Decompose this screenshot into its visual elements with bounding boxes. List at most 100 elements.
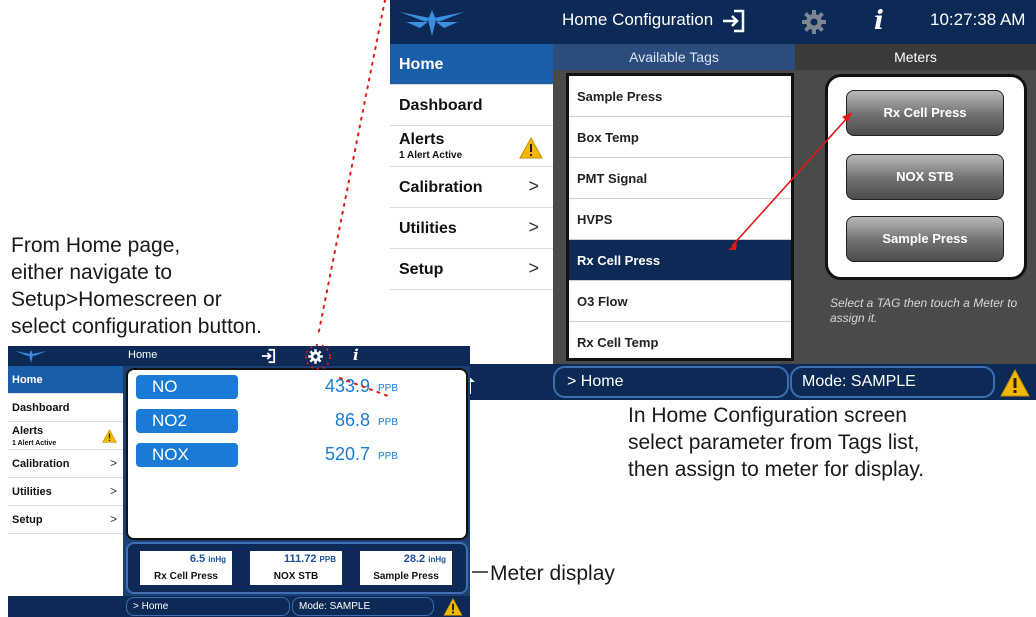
reading-value: 433.9 bbox=[324, 376, 370, 396]
tag-label: Rx Cell Press bbox=[577, 253, 661, 268]
reading-value: 520.7 bbox=[324, 444, 370, 464]
clock: 10:27:38 AM bbox=[930, 10, 1026, 29]
meter-unit: inHg bbox=[208, 555, 226, 564]
info-icon[interactable]: i bbox=[874, 6, 884, 36]
chevron-right-icon: > bbox=[528, 176, 539, 196]
warning-icon[interactable] bbox=[441, 598, 465, 616]
sidebar-item-label: Calibration bbox=[399, 179, 483, 196]
alert-count: 1 Alert Active bbox=[12, 440, 57, 447]
sidebar-item-label: Alerts bbox=[399, 131, 445, 148]
sidebar-item-label: Utilities bbox=[399, 220, 457, 237]
logo-icon bbox=[400, 10, 464, 36]
readings-panel: NO 433.9 PPB NO2 86.8 PPB NOX 520.7 PPB bbox=[126, 368, 468, 540]
alert-count: 1 Alert Active bbox=[399, 150, 463, 161]
meter-value-line: 28.2 inHg bbox=[404, 553, 446, 565]
instruction-note-left: From Home page, either navigate to Setup… bbox=[11, 232, 381, 340]
gear-icon[interactable] bbox=[307, 348, 324, 365]
tag-label: Sample Press bbox=[577, 89, 663, 104]
breadcrumb[interactable]: > Home bbox=[553, 366, 789, 398]
meter-tile[interactable]: 28.2 inHg Sample Press bbox=[358, 549, 454, 587]
warning-icon bbox=[519, 137, 543, 159]
top-bar bbox=[8, 346, 470, 366]
tag-label: Rx Cell Temp bbox=[577, 335, 659, 350]
sidebar-item-setup[interactable]: Setup > bbox=[8, 506, 123, 534]
note-line: select parameter from Tags list, bbox=[628, 431, 920, 454]
meter-button-1[interactable]: Rx Cell Press bbox=[846, 90, 1004, 136]
sidebar-item-calibration[interactable]: Calibration > bbox=[390, 167, 553, 208]
available-tags-list[interactable]: Sample Press Box Temp PMT Signal HVPS Rx… bbox=[566, 73, 794, 361]
sidebar-item-label: Calibration bbox=[12, 458, 70, 470]
sidebar-item-utilities[interactable]: Utilities > bbox=[8, 478, 123, 506]
meter-label: NOX STB bbox=[273, 571, 319, 582]
sidebar-item-label: Dashboard bbox=[12, 402, 70, 414]
exit-icon[interactable] bbox=[720, 8, 746, 34]
screen-title: Home Configuration bbox=[562, 10, 714, 29]
note-line: Setup>Homescreen or bbox=[11, 288, 222, 311]
chevron-right-icon: > bbox=[528, 258, 539, 278]
warning-icon bbox=[102, 429, 117, 443]
tag-item-selected[interactable]: Rx Cell Press bbox=[569, 240, 791, 281]
meter-tile[interactable]: 111.72 PPB NOX STB bbox=[248, 549, 344, 587]
meter-display-note: Meter display bbox=[490, 562, 615, 585]
meters-header: Meters bbox=[795, 44, 1036, 70]
meter-button-3[interactable]: Sample Press bbox=[846, 216, 1004, 262]
chevron-right-icon: > bbox=[109, 456, 117, 470]
tag-item[interactable]: O3 Flow bbox=[569, 281, 791, 322]
sidebar-item-dashboard[interactable]: Dashboard bbox=[8, 394, 123, 422]
tag-item[interactable]: Sample Press bbox=[569, 76, 791, 117]
sidebar-item-setup[interactable]: Setup > bbox=[390, 249, 553, 290]
tag-item[interactable]: Rx Cell Temp bbox=[569, 322, 791, 358]
meter-label: Rx Cell Press bbox=[154, 571, 218, 582]
reading-name[interactable]: NO bbox=[136, 375, 238, 399]
logo-icon bbox=[15, 350, 47, 363]
tag-label: Box Temp bbox=[577, 130, 639, 145]
meter-display: 6.5 inHg Rx Cell Press 111.72 PPB NOX ST… bbox=[126, 542, 468, 594]
meter-unit: inHg bbox=[428, 555, 446, 564]
sidebar-item-calibration[interactable]: Calibration > bbox=[8, 450, 123, 478]
sidebar: Home Dashboard Alerts 1 Alert Active Cal… bbox=[8, 366, 123, 596]
sidebar-item-dashboard[interactable]: Dashboard bbox=[390, 85, 553, 126]
reading-value: 86.8 bbox=[334, 410, 370, 430]
chevron-right-icon: > bbox=[109, 484, 117, 498]
tag-label: HVPS bbox=[577, 212, 613, 227]
sidebar-item-alerts[interactable]: Alerts 1 Alert Active bbox=[8, 422, 123, 450]
sidebar-item-alerts[interactable]: Alerts 1 Alert Active bbox=[390, 126, 553, 167]
sidebar-item-utilities[interactable]: Utilities > bbox=[390, 208, 553, 249]
sidebar-item-label: Home bbox=[399, 56, 444, 73]
info-icon[interactable]: i bbox=[353, 346, 359, 364]
available-tags-header: Available Tags bbox=[553, 44, 795, 70]
chevron-right-icon: > bbox=[528, 217, 539, 237]
sidebar-item-label: Utilities bbox=[12, 486, 52, 498]
sidebar-item-label: Home bbox=[12, 374, 43, 386]
sidebar-item-home[interactable]: Home bbox=[8, 366, 123, 394]
meter-value: 6.5 bbox=[189, 553, 206, 565]
reading-name[interactable]: NO2 bbox=[136, 409, 238, 433]
instruction-note-right: In Home Configuration screen select para… bbox=[628, 402, 1028, 483]
breadcrumb[interactable]: > Home bbox=[126, 597, 290, 616]
reading-unit: PPB bbox=[378, 417, 399, 428]
tag-item[interactable]: Box Temp bbox=[569, 117, 791, 158]
assign-hint: Select a TAG then touch a Meter to assig… bbox=[830, 296, 1018, 325]
warning-icon[interactable] bbox=[1000, 369, 1030, 397]
tag-item[interactable]: PMT Signal bbox=[569, 158, 791, 199]
screen-title: Home bbox=[128, 349, 158, 361]
meter-button-2[interactable]: NOX STB bbox=[846, 154, 1004, 200]
gear-icon[interactable] bbox=[800, 8, 828, 36]
meter-tile[interactable]: 6.5 inHg Rx Cell Press bbox=[138, 549, 234, 587]
tag-label: O3 Flow bbox=[577, 294, 628, 309]
home-configuration-screen: Home Configuration i 10:27:38 AM Home Da… bbox=[390, 0, 1036, 400]
sidebar-item-label: Alerts bbox=[12, 425, 44, 437]
meter-value-line: 6.5 inHg bbox=[190, 553, 226, 565]
sidebar-item-home[interactable]: Home bbox=[390, 44, 553, 85]
note-line: From Home page, bbox=[11, 234, 181, 257]
mode-status: Mode: SAMPLE bbox=[790, 366, 995, 398]
sidebar-item-label: Setup bbox=[399, 261, 444, 278]
reading-name[interactable]: NOX bbox=[136, 443, 238, 467]
exit-icon[interactable] bbox=[260, 348, 276, 364]
meter-unit: PPB bbox=[319, 555, 336, 564]
tag-label: PMT Signal bbox=[577, 171, 648, 186]
meter-label: Sample Press bbox=[373, 571, 439, 582]
reading-unit: PPB bbox=[378, 383, 399, 394]
meters-panel: Rx Cell Press NOX STB Sample Press bbox=[825, 74, 1027, 280]
tag-item[interactable]: HVPS bbox=[569, 199, 791, 240]
